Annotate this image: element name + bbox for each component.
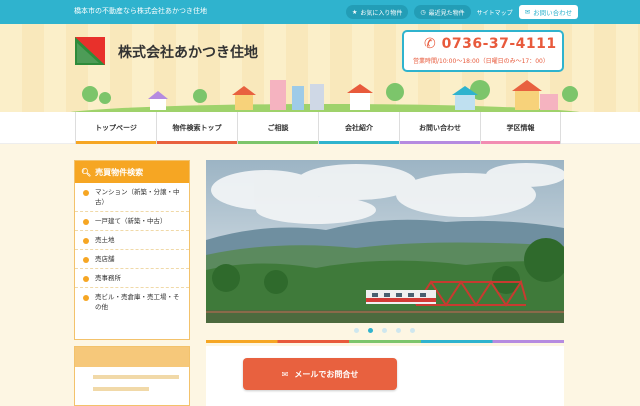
sale-search-panel: 🔍︎ 売買物件検索 マンション（新築・分譲・中古） 一戸建て（新築・中古） 売土… <box>74 160 190 340</box>
utility-nav: ★ お気に入り物件 ◷ 最近見た物件 サイトマップ ✉ お問い合わせ <box>346 5 579 19</box>
sidebar-item-label: マンション（新築・分譲・中古） <box>95 188 180 206</box>
mail-icon: ✉ <box>281 369 289 379</box>
contact-link[interactable]: ✉ お問い合わせ <box>518 5 579 19</box>
bullet-icon <box>83 276 89 282</box>
sitemap-link[interactable]: サイトマップ <box>477 8 513 17</box>
phone-number: ✆ 0736-37-4111 <box>424 36 557 52</box>
nav-label: お問い合わせ <box>419 124 461 132</box>
nav-property-search[interactable]: 物件検索トップ <box>156 112 237 144</box>
mail-icon: ✉ <box>524 8 531 16</box>
sidebar-item-store[interactable]: 売店舗 <box>75 250 189 269</box>
nav-consultation[interactable]: ご相談 <box>237 112 318 144</box>
nav-label: トップページ <box>95 124 137 132</box>
sidebar-heading: 🔍︎ 売買物件検索 <box>75 161 189 183</box>
nav-label: ご相談 <box>267 124 289 132</box>
slide-dot[interactable] <box>410 328 415 333</box>
nav-label: 物件検索トップ <box>172 124 222 132</box>
bullet-icon <box>83 219 89 225</box>
nav-contact[interactable]: お問い合わせ <box>399 112 480 144</box>
star-icon: ★ <box>352 8 358 16</box>
bullet-icon <box>83 295 89 301</box>
phone-box[interactable]: ✆ 0736-37-4111 営業時間/10:00～18:00（日曜日のみ～17… <box>402 30 564 72</box>
sidebar-item-label: 売土地 <box>95 236 115 244</box>
color-divider <box>206 340 564 343</box>
sidebar-item-mansion[interactable]: マンション（新築・分譲・中古） <box>75 183 189 212</box>
sidebar-item-land[interactable]: 売土地 <box>75 231 189 250</box>
business-hours: 営業時間/10:00～18:00（日曜日のみ～17：00） <box>413 58 549 65</box>
slider-pagination <box>354 328 415 333</box>
nav-top-page[interactable]: トップページ <box>75 112 156 144</box>
hero-slide-photo[interactable] <box>206 160 564 323</box>
slide-dot[interactable] <box>354 328 359 333</box>
company-name: 株式会社あかつき住地 <box>118 45 258 61</box>
contact-label: お問い合わせ <box>533 9 573 17</box>
nav-company[interactable]: 会社紹介 <box>318 112 399 144</box>
nav-label: 会社紹介 <box>345 124 373 132</box>
main-nav: トップページ 物件検索トップ ご相談 会社紹介 お問い合わせ 学区情報 <box>0 112 640 144</box>
sidebar-item-label: 売ビル・売倉庫・売工場・その他 <box>95 293 180 311</box>
recent-label: 最近見た物件 <box>428 9 465 17</box>
favorites-label: お気に入り物件 <box>360 9 403 17</box>
sidebar-item-office[interactable]: 売事務所 <box>75 269 189 288</box>
sidebar-item-label: 売店舗 <box>95 255 115 263</box>
clock-icon: ◷ <box>420 8 426 16</box>
site-tagline: 橋本市の不動産なら株式会社あかつき住地 <box>74 7 207 15</box>
sidebar-item-house[interactable]: 一戸建て（新築・中古） <box>75 212 189 231</box>
sidebar-item-other[interactable]: 売ビル・売倉庫・売工場・その他 <box>75 288 189 316</box>
sidebar-item-label: 一戸建て（新築・中古） <box>95 217 167 225</box>
mail-inquiry-button[interactable]: ✉ メールでお問合せ <box>243 358 397 390</box>
recent-button[interactable]: ◷ 最近見た物件 <box>414 5 471 19</box>
phone-text: 0736-37-4111 <box>441 36 557 52</box>
secondary-panel-item[interactable] <box>93 387 149 391</box>
sidebar-title: 売買物件検索 <box>95 167 144 177</box>
nav-label: 学区情報 <box>506 124 535 132</box>
slide-dot-active[interactable] <box>368 328 373 333</box>
mail-inquiry-label: メールでお問合せ <box>294 369 359 379</box>
bullet-icon <box>83 238 89 244</box>
bullet-icon <box>83 190 89 196</box>
secondary-panel-heading <box>75 347 189 367</box>
nav-accent <box>238 141 318 144</box>
nav-school-district[interactable]: 学区情報 <box>480 112 561 144</box>
nav-accent <box>76 141 156 144</box>
nav-accent <box>400 141 480 144</box>
company-logo[interactable] <box>75 37 105 65</box>
bullet-icon <box>83 257 89 263</box>
nav-accent <box>157 141 237 144</box>
search-icon: 🔍︎ <box>81 167 92 177</box>
phone-icon: ✆ <box>424 36 437 52</box>
town-illustration <box>70 80 580 112</box>
slide-dot[interactable] <box>382 328 387 333</box>
sidebar-item-label: 売事務所 <box>95 274 121 282</box>
nav-accent <box>481 141 560 144</box>
secondary-panel-item[interactable] <box>93 375 179 379</box>
slide-dot[interactable] <box>396 328 401 333</box>
favorites-button[interactable]: ★ お気に入り物件 <box>346 5 409 19</box>
nav-accent <box>319 141 399 144</box>
secondary-panel <box>74 346 190 406</box>
